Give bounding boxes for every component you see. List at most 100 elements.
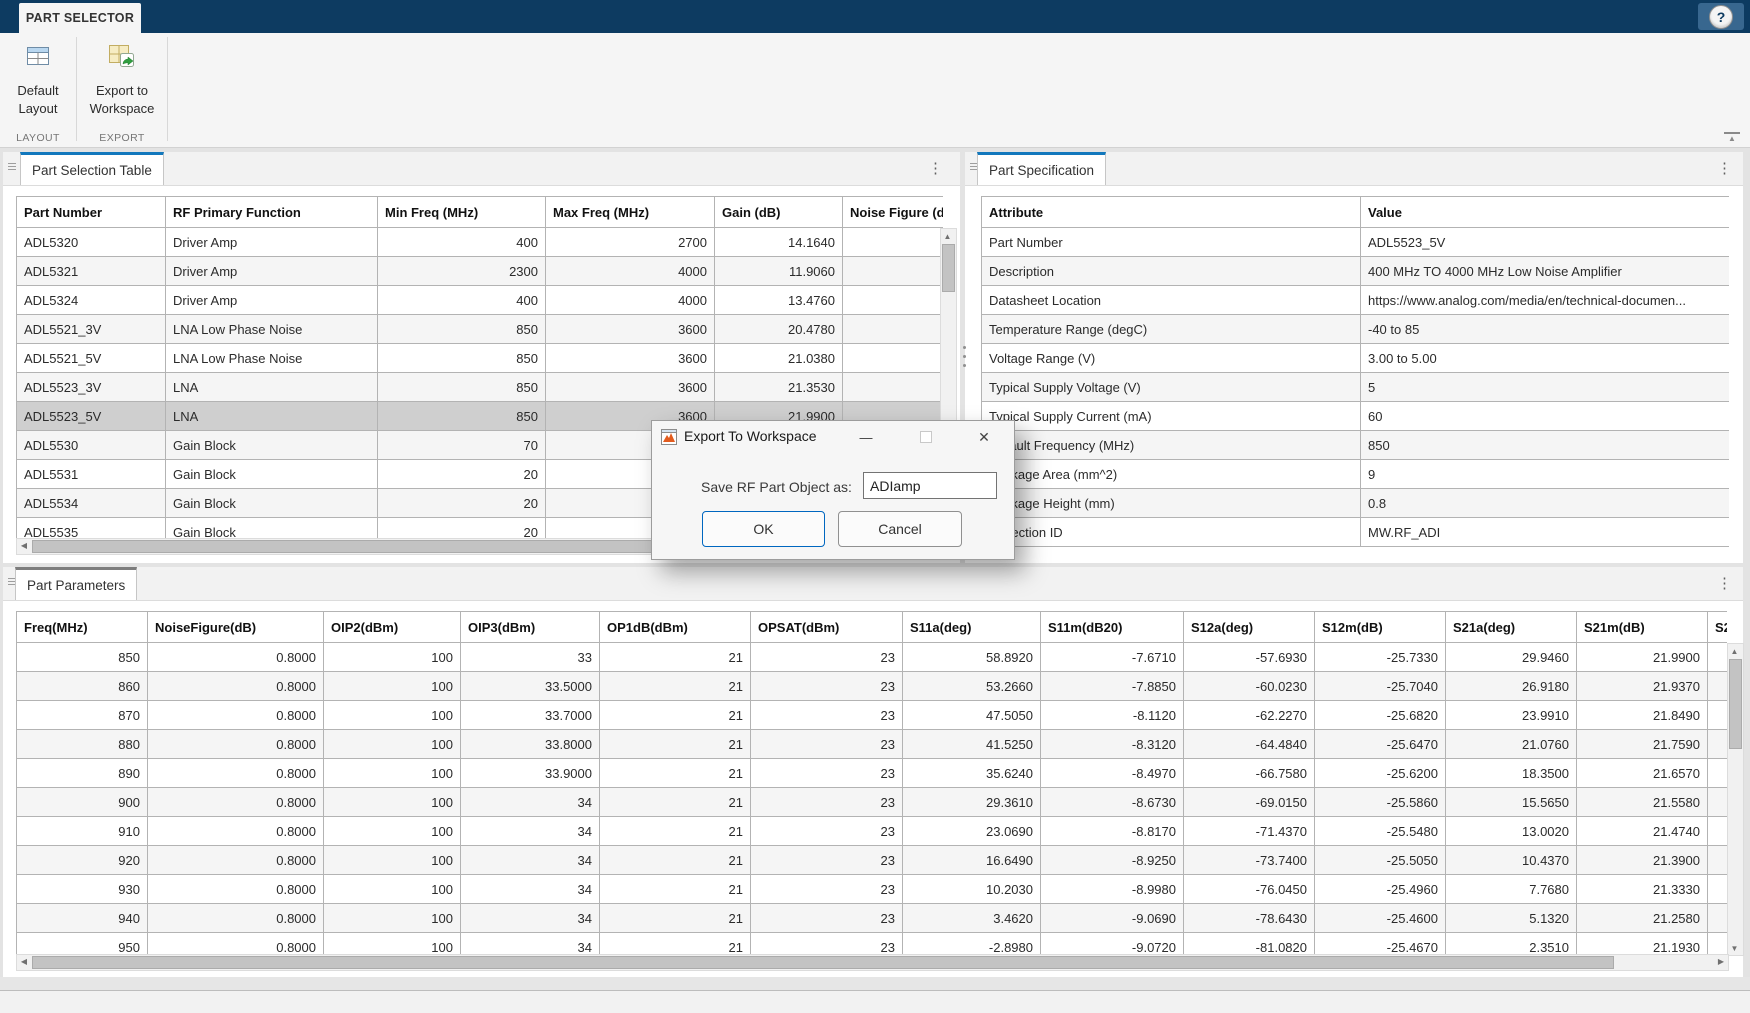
table-cell[interactable]: 33.8000 [461,730,600,759]
table-cell[interactable]: 23 [751,643,903,672]
table-cell[interactable]: 900 [17,788,148,817]
table-cell[interactable]: 26.9180 [1446,672,1577,701]
column-header[interactable]: S12m(dB) [1315,612,1446,643]
table-cell[interactable]: ADL5523_5V [1361,228,1730,257]
table-cell[interactable]: 34 [461,817,600,846]
panel-grip[interactable] [8,163,16,170]
table-cell[interactable]: -73.7400 [1184,846,1315,875]
table-cell[interactable]: 7.7680 [1446,875,1577,904]
table-cell[interactable]: 0.8000 [148,672,324,701]
table-cell[interactable]: 940 [17,904,148,933]
table-cell[interactable]: ADL5535 [17,518,166,539]
table-cell[interactable]: -25.4670 [1315,933,1446,955]
table-cell[interactable]: 0.8 [1361,489,1730,518]
table-row[interactable]: 9500.8000100342123-2.8980-9.0720-81.0820… [17,933,1728,955]
table-cell[interactable]: 21.1930 [1577,933,1708,955]
table-cell[interactable]: 0.8000 [148,904,324,933]
column-header[interactable]: Max Freq (MHz) [546,197,715,228]
table-cell[interactable]: Package Height (mm) [982,489,1361,518]
column-header[interactable]: S12a(deg) [1184,612,1315,643]
table-cell[interactable]: 100 [324,788,461,817]
column-header[interactable]: Attribute [982,197,1361,228]
table-cell[interactable]: 2700 [546,228,715,257]
column-header[interactable]: OIP3(dBm) [461,612,600,643]
table-cell[interactable]: 21 [600,933,751,955]
table-cell[interactable]: -25.6200 [1315,759,1446,788]
table-row[interactable]: Typical Supply Voltage (V)5 [982,373,1730,402]
table-cell[interactable]: 21.5580 [1577,788,1708,817]
table-cell[interactable]: 10.4370 [1446,846,1577,875]
table-cell[interactable]: LNA Low Phase Noise [166,315,378,344]
table-cell[interactable]: 163.8500 [1708,817,1728,846]
table-cell[interactable]: 23.0690 [903,817,1041,846]
tab-part-parameters[interactable]: Part Parameters [15,567,137,600]
dialog-titlebar[interactable]: Export To Workspace — ✕ [652,421,1014,453]
table-cell[interactable]: -78.6430 [1184,904,1315,933]
table-cell[interactable]: -64.4840 [1184,730,1315,759]
table-cell[interactable]: 100 [324,904,461,933]
table-cell[interactable]: 23 [751,788,903,817]
table-cell[interactable]: 13.0020 [1446,817,1577,846]
table-cell[interactable]: 34 [461,933,600,955]
table-cell[interactable]: 174.9570 [1708,672,1728,701]
table-cell[interactable]: 930 [17,875,148,904]
table-row[interactable]: Datasheet Locationhttps://www.analog.com… [982,286,1730,315]
table-cell[interactable]: 910 [17,817,148,846]
table-cell[interactable]: 21 [600,875,751,904]
table-cell[interactable]: 21.9900 [1577,643,1708,672]
column-header[interactable]: Part Number [17,197,166,228]
table-cell[interactable]: 0.8000 [148,701,324,730]
table-row[interactable]: Description400 MHz TO 4000 MHz Low Noise… [982,257,1730,286]
table-cell[interactable]: ADL5534 [17,489,166,518]
table-row[interactable]: 9100.800010034212323.0690-8.8170-71.4370… [17,817,1728,846]
tab-part-selection-table[interactable]: Part Selection Table [20,152,164,185]
table-cell[interactable]: -8.3120 [1041,730,1184,759]
table-cell[interactable]: 23 [751,672,903,701]
tab-part-specification[interactable]: Part Specification [977,152,1106,185]
table-cell[interactable]: 0.8000 [148,788,324,817]
column-header[interactable]: S11a(deg) [903,612,1041,643]
table-cell[interactable]: LNA Low Phase Noise [166,344,378,373]
table-cell[interactable]: LNA [166,402,378,431]
table-cell[interactable]: 23 [751,933,903,955]
table-cell[interactable]: 21.8490 [1577,701,1708,730]
table-cell[interactable]: 21.0380 [715,344,843,373]
table-row[interactable]: 9400.80001003421233.4620-9.0690-78.6430-… [17,904,1728,933]
table-cell[interactable]: 850 [378,402,546,431]
table-cell[interactable]: 9 [1361,460,1730,489]
table-row[interactable]: ADL5521_5VLNA Low Phase Noise850360021.0… [17,344,944,373]
table-cell[interactable]: 23.9910 [1446,701,1577,730]
table-cell[interactable]: 33.7000 [461,701,600,730]
tab-part-selector[interactable]: PART SELECTOR [19,3,141,33]
table-cell[interactable]: 23 [751,817,903,846]
kebab-menu-icon[interactable]: ⋮ [1717,159,1731,177]
table-cell[interactable]: -40 to 85 [1361,315,1730,344]
table-cell[interactable]: 6.8000 [843,286,944,315]
table-cell[interactable]: 166.0310 [1708,788,1728,817]
table-cell[interactable]: -81.0820 [1184,933,1315,955]
table-cell[interactable]: Default Frequency (MHz) [982,431,1361,460]
table-cell[interactable]: 400 [378,286,546,315]
table-cell[interactable]: 21.7590 [1577,730,1708,759]
column-header[interactable]: S21m(dB) [1577,612,1708,643]
table-cell[interactable]: Part Number [982,228,1361,257]
table-cell[interactable]: 5 [1361,373,1730,402]
table-row[interactable]: Voltage Range (V)3.00 to 5.00 [982,344,1730,373]
table-cell[interactable]: -76.0450 [1184,875,1315,904]
table-cell[interactable]: ADL5521_5V [17,344,166,373]
table-cell[interactable]: -8.4970 [1041,759,1184,788]
table-cell[interactable]: 3600 [546,315,715,344]
table-cell[interactable]: 23 [751,875,903,904]
table-cell[interactable]: 60 [1361,402,1730,431]
table-cell[interactable]: 0.8000 [148,846,324,875]
table-cell[interactable]: 21.9370 [1577,672,1708,701]
table-cell[interactable]: -7.6710 [1041,643,1184,672]
help-button[interactable]: ? [1698,3,1744,30]
table-cell[interactable]: 2300 [378,257,546,286]
table-row[interactable]: Typical Supply Current (mA)60 [982,402,1730,431]
column-header[interactable]: OPSAT(dBm) [751,612,903,643]
table-cell[interactable]: 880 [17,730,148,759]
table-cell[interactable]: 21 [600,759,751,788]
table-cell[interactable]: 33.5000 [461,672,600,701]
export-to-workspace-button[interactable]: Export to Workspace [82,41,162,118]
